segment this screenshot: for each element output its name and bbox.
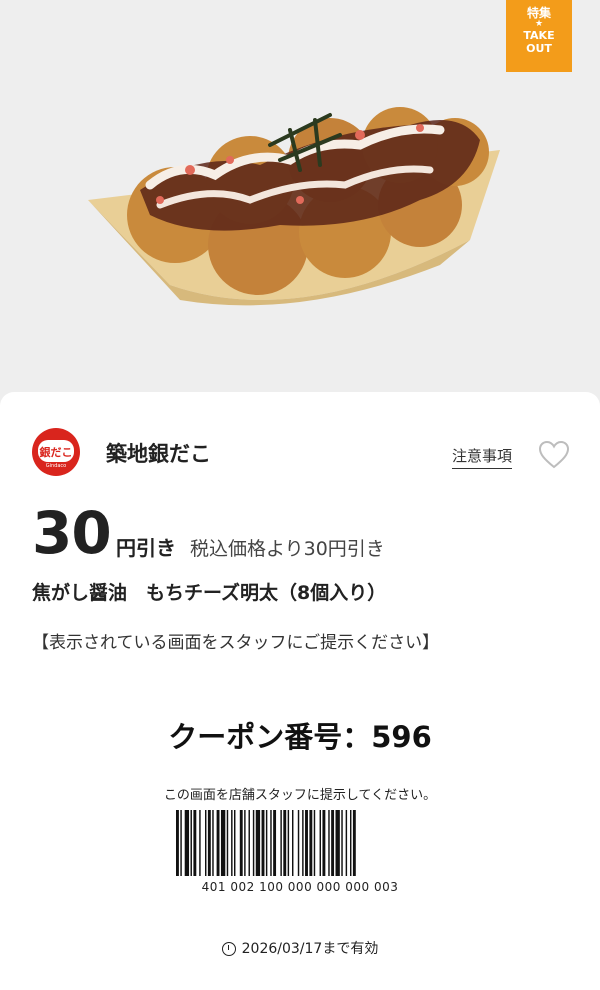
- badge-out-label: OUT: [526, 42, 552, 55]
- barcode-bar: [244, 810, 246, 876]
- instruction-text: 【表示されている画面をスタッフにご提示ください】: [32, 633, 440, 653]
- takeout-badge: 特集 ★ TAKE OUT: [506, 0, 572, 72]
- barcode-bar: [305, 810, 308, 876]
- badge-take-label: TAKE: [523, 29, 555, 42]
- barcode-bar: [270, 810, 272, 876]
- notes-link[interactable]: 注意事項: [452, 445, 513, 469]
- store-name: 築地銀だこ: [106, 442, 211, 466]
- barcode-bar: [199, 810, 201, 876]
- barcode-bar: [345, 810, 348, 876]
- hero-image: 特集 ★ TAKE OUT: [0, 0, 600, 420]
- barcode-bar: [335, 810, 340, 876]
- barcode-bar: [331, 810, 335, 876]
- coupon-card: [0, 392, 600, 990]
- barcode-bar: [207, 810, 211, 876]
- barcode-bar: [350, 810, 352, 876]
- coupon-number-label: クーポン番号：: [168, 720, 372, 754]
- barcode-bar: [292, 810, 294, 876]
- barcode-bar: [319, 810, 321, 876]
- barcode-bar: [313, 810, 316, 876]
- discount-note: 税込価格より30円引き: [190, 538, 385, 560]
- barcode-bar: [309, 810, 313, 876]
- barcode-bar: [226, 810, 229, 876]
- barcode-bar: [234, 810, 236, 876]
- barcode-bar: [193, 810, 197, 876]
- barcode-bar: [180, 810, 182, 876]
- barcode: [176, 810, 356, 876]
- barcode-bar: [252, 810, 255, 876]
- barcode-number: 401 002 100 000 000 000 003: [201, 880, 399, 894]
- barcode-bar: [273, 810, 277, 876]
- barcode-bar: [231, 810, 233, 876]
- barcode-bar: [322, 810, 326, 876]
- barcode-bar: [261, 810, 265, 876]
- barcode-bar: [297, 810, 300, 876]
- barcode-bar: [302, 810, 304, 876]
- coupon-number-value: 596: [371, 720, 432, 754]
- barcode-bar: [184, 810, 190, 876]
- heart-icon[interactable]: [538, 440, 570, 470]
- barcode-bar: [176, 810, 179, 876]
- barcode-bar: [280, 810, 282, 876]
- barcode-bar: [220, 810, 226, 876]
- barcode-bar: [212, 810, 214, 876]
- store-logo: 銀だこ Gindaco: [32, 428, 80, 476]
- validity: 2026/03/17まで有効: [0, 938, 600, 958]
- barcode-bar: [328, 810, 330, 876]
- star-icon: ★: [534, 19, 544, 29]
- logo-subtext: Gindaco: [45, 463, 67, 469]
- barcode-bar: [287, 810, 290, 876]
- clock-icon: [221, 942, 236, 956]
- barcode-bar: [190, 810, 192, 876]
- barcode-bar: [205, 810, 207, 876]
- barcode-bar: [239, 810, 243, 876]
- barcode-bar: [255, 810, 261, 876]
- barcode-bar: [352, 810, 356, 876]
- discount-amount: 30: [32, 499, 112, 567]
- validity-text: 2026/03/17まで有効: [241, 941, 379, 957]
- discount-unit: 円引き: [116, 536, 176, 560]
- coupon-number: クーポン番号：596: [0, 714, 600, 756]
- logo-text: 銀だこ: [39, 446, 73, 459]
- product-name: 焦がし醤油 もちチーズ明太（8個入り）: [32, 582, 387, 604]
- barcode-bar: [248, 810, 250, 876]
- barcode-bar: [283, 810, 287, 876]
- barcode-bar: [216, 810, 220, 876]
- barcode-caption: この画面を店舗スタッフに提示してください。: [163, 788, 437, 803]
- barcode-bar: [265, 810, 268, 876]
- barcode-bar: [341, 810, 343, 876]
